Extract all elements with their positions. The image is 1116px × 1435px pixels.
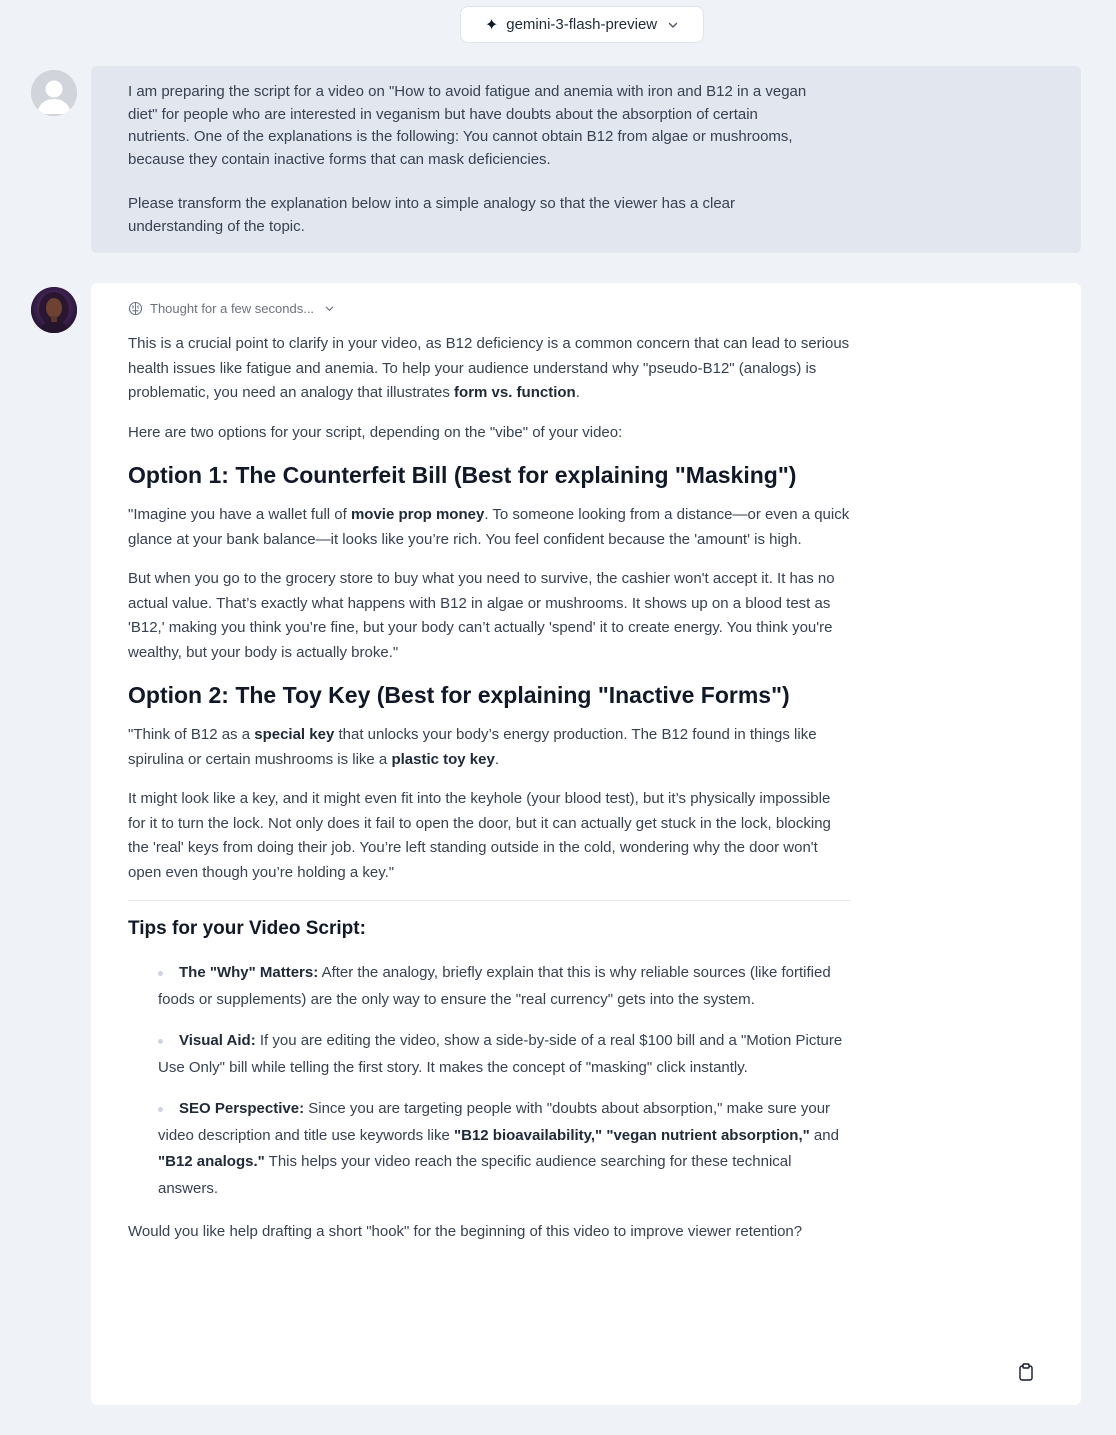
user-avatar — [31, 70, 77, 116]
sparkle-icon: ✦ — [484, 16, 499, 34]
assistant-message: Thought for a few seconds... This is a c… — [91, 283, 1081, 1405]
thought-toggle[interactable]: Thought for a few seconds... — [128, 300, 1044, 316]
intro-paragraph: This is a crucial point to clarify in yo… — [128, 335, 850, 401]
user-message-paragraph: I am preparing the script for a video on… — [128, 83, 807, 168]
copy-button[interactable] — [1016, 1362, 1036, 1382]
user-message: I am preparing the script for a video on… — [91, 66, 1081, 253]
list-item: Visual Aid: If you are editing the video… — [158, 1032, 843, 1076]
chevron-down-icon — [324, 303, 335, 314]
model-selector[interactable]: ✦ gemini-3-flash-preview — [460, 6, 704, 43]
list-item: SEO Perspective: Since you are targeting… — [158, 1100, 839, 1197]
user-message-paragraph: Please transform the explanation below i… — [128, 195, 736, 235]
options-intro: Here are two options for your script, de… — [128, 423, 623, 441]
model-label: gemini-3-flash-preview — [506, 16, 658, 33]
tips-list: The "Why" Matters: After the analogy, br… — [158, 960, 850, 1202]
bullet — [158, 1107, 163, 1112]
assistant-avatar — [31, 287, 77, 333]
option1-paragraph: "Imagine you have a wallet full of movie… — [128, 506, 850, 548]
option2-heading: Option 2: The Toy Key (Best for explaini… — [128, 682, 790, 708]
option2-paragraph: It might look like a key, and it might e… — [128, 790, 831, 881]
chevron-down-icon — [667, 19, 679, 31]
tips-heading: Tips for your Video Script: — [128, 918, 366, 939]
clipboard-icon — [1018, 1363, 1034, 1381]
option1-paragraph: But when you go to the grocery store to … — [128, 570, 835, 661]
closing-question: Would you like help drafting a short "ho… — [128, 1223, 803, 1240]
option2-paragraph: "Think of B12 as a special key that unlo… — [128, 726, 817, 768]
list-item: The "Why" Matters: After the analogy, br… — [158, 964, 831, 1008]
brain-icon — [128, 301, 143, 316]
response-content: This is a crucial point to clarify in yo… — [128, 332, 850, 1245]
divider — [128, 900, 850, 901]
bullet — [158, 1039, 163, 1044]
bullet — [158, 971, 163, 976]
thought-label: Thought for a few seconds... — [150, 300, 315, 316]
option1-heading: Option 1: The Counterfeit Bill (Best for… — [128, 462, 797, 488]
